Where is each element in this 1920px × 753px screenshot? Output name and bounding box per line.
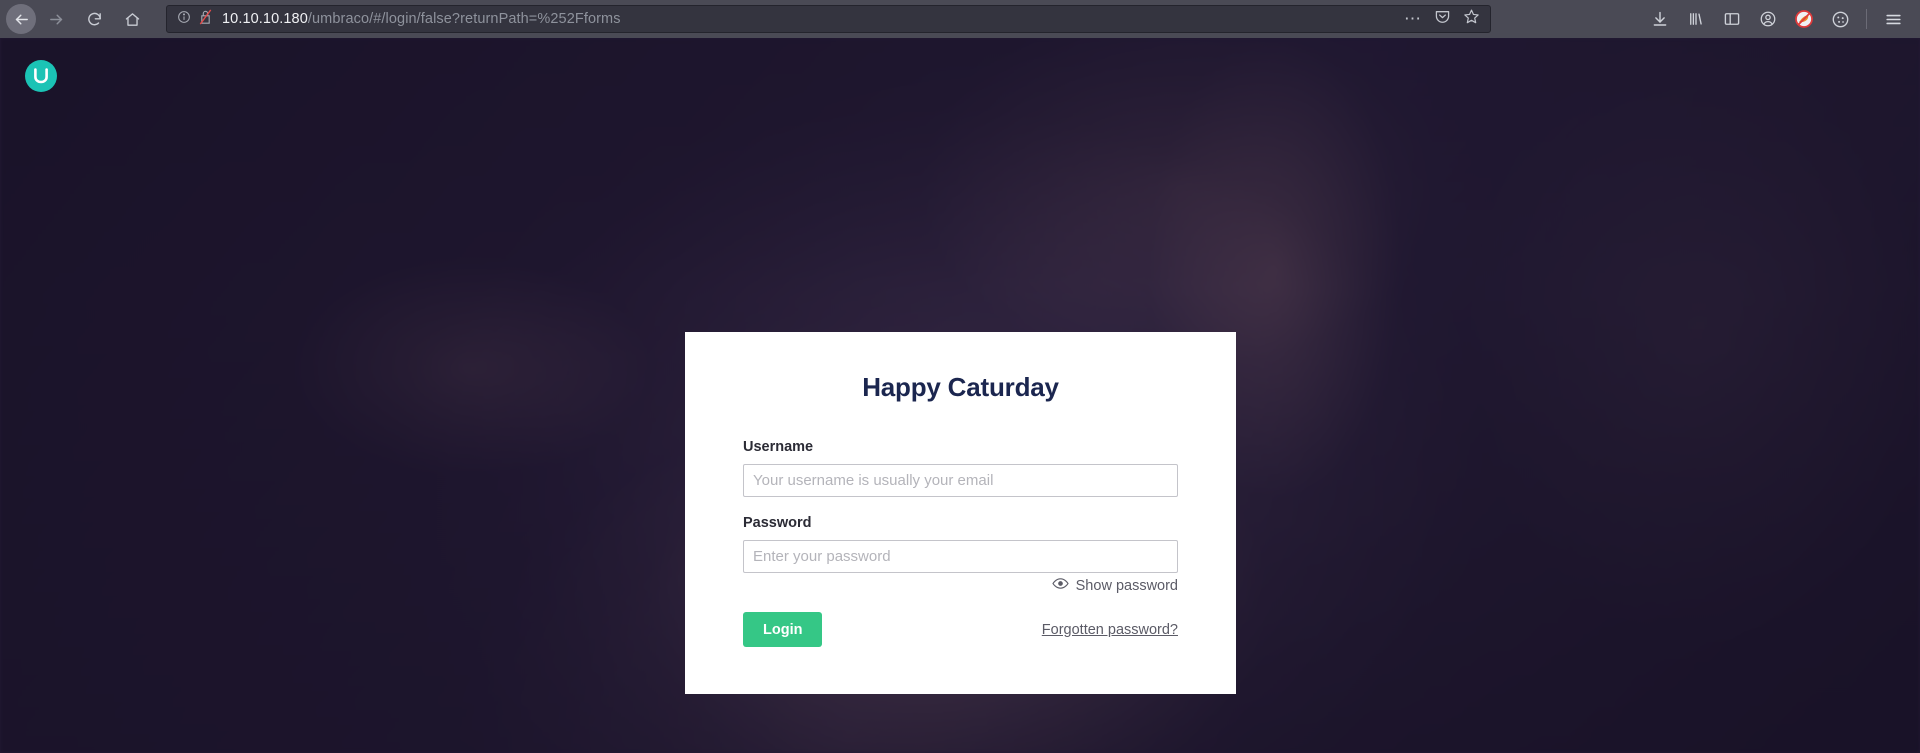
- url-path: /umbraco/#/login/false?returnPath=%252Ff…: [307, 11, 621, 27]
- forward-button[interactable]: [38, 4, 74, 34]
- back-arrow-icon: [13, 11, 30, 28]
- menu-icon[interactable]: [1876, 4, 1910, 34]
- page-actions-icon[interactable]: ⋯: [1404, 10, 1422, 27]
- show-password-toggle[interactable]: Show password: [743, 577, 1178, 595]
- page-content: Happy Caturday Username Password Show pa…: [0, 38, 1920, 753]
- bookmark-star-icon[interactable]: [1463, 8, 1480, 30]
- toolbar-right-group: [1643, 4, 1914, 34]
- password-field-group: Password: [743, 515, 1178, 573]
- username-label: Username: [743, 439, 814, 455]
- show-password-label: Show password: [1075, 578, 1178, 594]
- cookie-icon[interactable]: [1823, 4, 1857, 34]
- forward-arrow-icon: [48, 11, 65, 28]
- reload-button[interactable]: [76, 4, 112, 34]
- page-title: Happy Caturday: [862, 372, 1059, 402]
- login-button[interactable]: Login: [743, 612, 823, 647]
- address-bar[interactable]: 10.10.10.180/umbraco/#/login/false?retur…: [166, 5, 1491, 33]
- password-label: Password: [743, 515, 812, 531]
- eye-icon: [1051, 577, 1069, 595]
- library-icon[interactable]: [1679, 4, 1713, 34]
- address-bar-actions: ⋯: [1404, 8, 1480, 30]
- username-field-group: Username: [743, 439, 1178, 497]
- pocket-icon[interactable]: [1434, 8, 1451, 30]
- login-card: Happy Caturday Username Password Show pa…: [685, 332, 1236, 694]
- password-input[interactable]: [743, 540, 1178, 573]
- downloads-icon[interactable]: [1643, 4, 1677, 34]
- home-icon: [124, 11, 141, 28]
- address-bar-icons: [177, 9, 213, 30]
- back-button[interactable]: [6, 4, 36, 34]
- forgotten-password-link[interactable]: Forgotten password?: [1042, 622, 1178, 638]
- browser-toolbar: 10.10.10.180/umbraco/#/login/false?retur…: [0, 0, 1920, 38]
- username-input[interactable]: [743, 464, 1178, 497]
- reload-icon: [86, 11, 103, 28]
- account-icon[interactable]: [1751, 4, 1785, 34]
- browser-nav-group: [6, 4, 150, 34]
- toolbar-divider: [1866, 9, 1867, 29]
- sidebar-icon[interactable]: [1715, 4, 1749, 34]
- umbraco-logo: [23, 58, 59, 94]
- address-bar-url[interactable]: 10.10.10.180/umbraco/#/login/false?retur…: [222, 11, 1396, 27]
- blocked-extension-icon[interactable]: [1787, 4, 1821, 34]
- insecure-connection-icon[interactable]: [198, 9, 213, 30]
- page-info-icon[interactable]: [177, 10, 191, 29]
- login-actions: Login Forgotten password?: [743, 612, 1178, 647]
- home-button[interactable]: [114, 4, 150, 34]
- url-host: 10.10.10.180: [222, 11, 308, 27]
